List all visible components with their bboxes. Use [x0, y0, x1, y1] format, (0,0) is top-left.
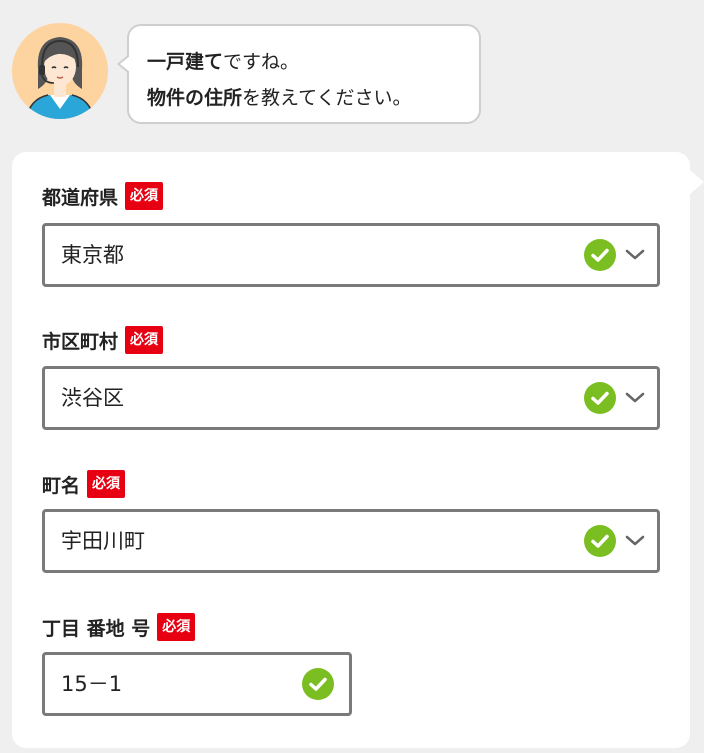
- operator-avatar-icon: [25, 37, 95, 119]
- town-value: 宇田川町: [61, 529, 145, 553]
- assistant-speech-bubble: 一戸建てですね。 物件の住所を教えてください。: [117, 24, 481, 124]
- town-select[interactable]: 宇田川町: [42, 509, 660, 573]
- check-icon: [584, 239, 616, 271]
- check-icon: [584, 382, 616, 414]
- property-address-text: 物件の住所: [147, 87, 243, 109]
- card-pointer: [690, 170, 704, 194]
- required-badge: 必須: [125, 326, 164, 354]
- chevron-down-icon: [625, 388, 645, 408]
- town-label-text: 町名: [42, 474, 81, 497]
- city-select[interactable]: 渋谷区: [42, 366, 660, 430]
- town-label: 町名 必須: [42, 469, 126, 499]
- prefecture-value: 東京都: [61, 243, 124, 267]
- address-form-card: 都道府県 必須 東京都 市区町村 必須 渋谷区 町名 必須 宇田川町 丁目 番地…: [12, 152, 704, 748]
- prefecture-label: 都道府県 必須: [42, 181, 164, 211]
- message-text: ですね。: [223, 51, 300, 73]
- block-number-value: 15－1: [61, 672, 123, 696]
- property-type-text: 一戸建て: [147, 51, 224, 73]
- chevron-down-icon: [625, 245, 645, 265]
- city-value: 渋谷区: [61, 386, 124, 410]
- check-icon: [584, 525, 616, 557]
- prefecture-select[interactable]: 東京都: [42, 223, 660, 287]
- chevron-down-icon: [625, 531, 645, 551]
- operator-avatar: [12, 23, 108, 119]
- block-number-input[interactable]: 15－1: [42, 652, 352, 716]
- assistant-message-line-1: 一戸建てですね。: [147, 44, 479, 80]
- required-badge: 必須: [125, 182, 164, 210]
- required-badge: 必須: [157, 613, 196, 641]
- message-text: を教えてください。: [242, 87, 412, 109]
- required-badge: 必須: [87, 470, 126, 498]
- block-number-label: 丁目 番地 号 必須: [42, 612, 196, 642]
- block-number-label-text: 丁目 番地 号: [42, 617, 151, 640]
- city-label-text: 市区町村: [42, 330, 119, 353]
- city-label: 市区町村 必須: [42, 325, 164, 355]
- check-icon: [302, 668, 334, 700]
- assistant-message-line-2: 物件の住所を教えてください。: [147, 80, 479, 116]
- prefecture-label-text: 都道府県: [42, 186, 119, 209]
